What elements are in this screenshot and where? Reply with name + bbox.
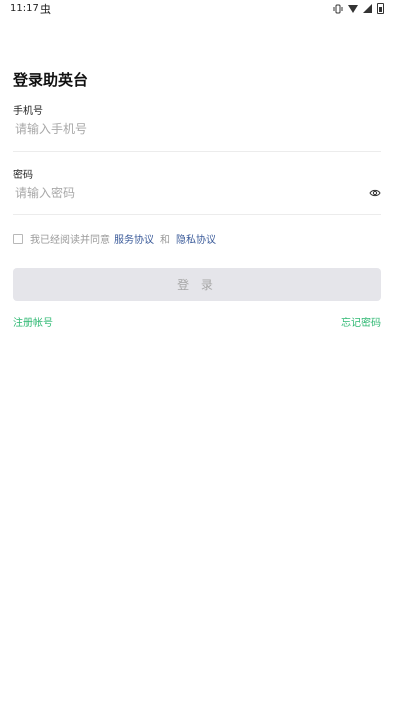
and-text: 和 [160,235,170,246]
vibrate-icon [333,4,343,13]
privacy-agreement-link[interactable]: 隐私协议 [176,231,216,246]
register-link[interactable]: 注册帐号 [13,314,53,329]
status-icons [333,3,384,14]
agree-checkbox[interactable] [13,233,23,244]
forgot-password-link[interactable]: 忘记密码 [341,314,381,329]
phone-input[interactable] [13,119,385,139]
status-bar: 11:17 虫 [0,0,394,18]
password-label: 密码 [13,170,33,181]
battery-icon [377,3,384,14]
agreement-row: 我已经阅读并同意 服务协议 和 隐私协议 [13,231,216,246]
phone-divider [13,151,381,152]
phone-label: 手机号 [13,106,43,117]
page-title: 登录助英台 [13,71,89,89]
password-divider [13,214,381,215]
agree-text: 我已经阅读并同意 [30,235,110,246]
signal-icon [363,4,372,13]
service-agreement-link[interactable]: 服务协议 [114,231,154,246]
status-time: 11:17 [10,3,39,14]
password-input[interactable] [13,183,367,203]
eye-icon[interactable] [369,187,381,199]
wifi-icon [348,4,358,13]
bug-icon: 虫 [40,3,51,16]
login-button[interactable]: 登 录 [13,268,381,301]
